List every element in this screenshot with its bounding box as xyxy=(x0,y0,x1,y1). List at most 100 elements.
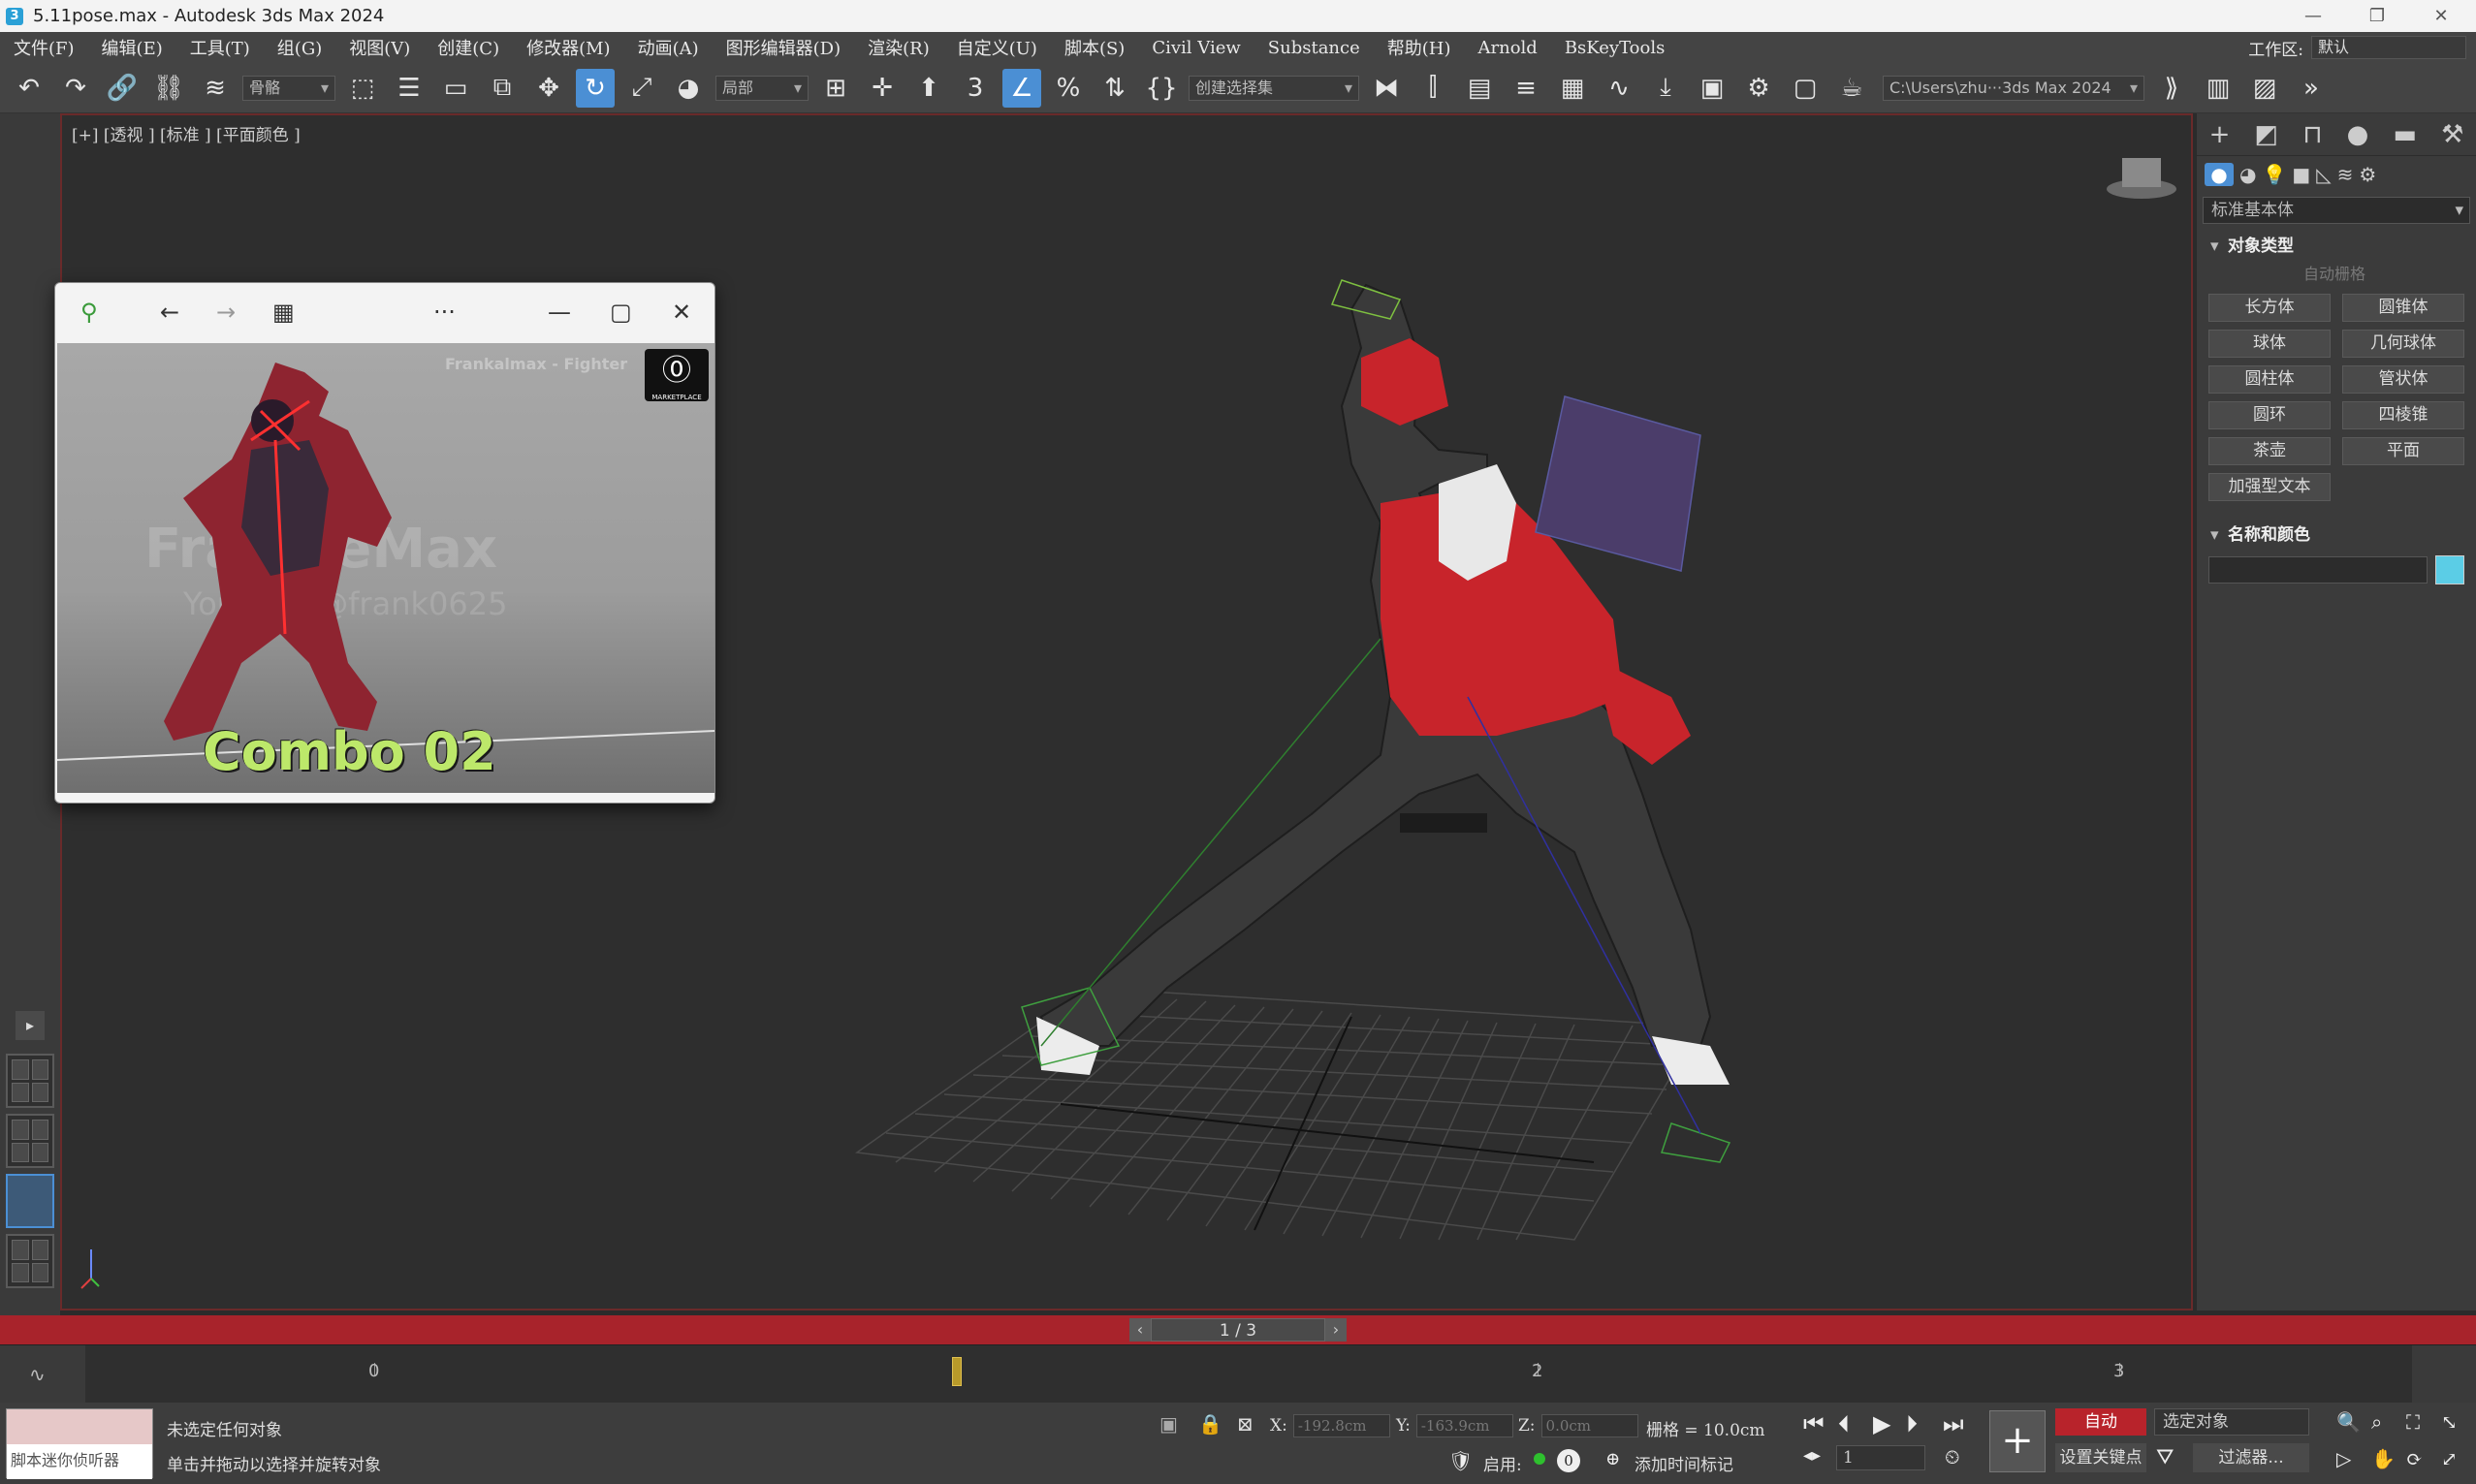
enable-counter[interactable]: 0 xyxy=(1557,1449,1580,1472)
menu-graph-editors[interactable]: 图形编辑器(D) xyxy=(713,35,854,60)
selection-filter-dropdown[interactable]: 骨骼 xyxy=(242,75,335,101)
set-key-button[interactable]: 设置关键点 xyxy=(2055,1443,2146,1472)
autogrid-checkbox[interactable]: 自动栅格 xyxy=(2197,259,2476,290)
pyramid-button[interactable]: 四棱锥 xyxy=(2342,401,2464,429)
object-name-field[interactable] xyxy=(2208,556,2428,584)
time-slider[interactable]: ‹ 1 / 3 › xyxy=(0,1315,2476,1344)
cone-button[interactable]: 圆锥体 xyxy=(2342,294,2464,322)
utilities-tab-icon[interactable]: ⚒ xyxy=(2441,120,2463,149)
select-manipulate-icon[interactable]: ✛ xyxy=(863,69,902,108)
menu-substance[interactable]: Substance xyxy=(1254,38,1374,58)
isolate-icon[interactable]: ▣ xyxy=(1159,1412,1178,1436)
lock-selection-icon[interactable]: 🔒 xyxy=(1198,1412,1222,1436)
viewer-minimize-icon[interactable]: — xyxy=(548,299,571,326)
time-tag-icon[interactable]: ⊕ xyxy=(1605,1449,1620,1469)
menu-arnold[interactable]: Arnold xyxy=(1465,38,1551,58)
menu-customize[interactable]: 自定义(U) xyxy=(943,35,1051,60)
undo-icon[interactable]: ↶ xyxy=(10,69,48,108)
geosphere-button[interactable]: 几何球体 xyxy=(2342,330,2464,358)
create-tab-icon[interactable]: + xyxy=(2209,120,2231,149)
auto-key-button[interactable]: 自动 xyxy=(2055,1408,2146,1436)
select-scale-icon[interactable]: ⤢ xyxy=(622,69,661,108)
render-production-icon[interactable]: ☕ xyxy=(1832,69,1871,108)
spinner-snap-icon[interactable]: ⇅ xyxy=(1095,69,1134,108)
select-move-icon[interactable]: ✥ xyxy=(529,69,568,108)
photo-viewer-window[interactable]: ⚲ ← → ▦ ··· — ▢ ✕ Frankalmax - Fighter F… xyxy=(54,282,715,804)
align-icon[interactable]: ⫿ xyxy=(1413,69,1452,108)
percent-snap-icon[interactable]: % xyxy=(1049,69,1088,108)
menu-bskeytools[interactable]: BsKeyTools xyxy=(1551,38,1679,58)
key-filter-selection[interactable]: 选定对象 xyxy=(2154,1408,2309,1436)
snap-toggle-icon[interactable]: 3 xyxy=(956,69,995,108)
angle-snap-icon[interactable]: ∠ xyxy=(1002,68,1041,108)
toggle-ribbon-icon[interactable]: ▦ xyxy=(1553,69,1592,108)
scene-explorer-icon[interactable]: ▤ xyxy=(1460,69,1499,108)
motion-tab-icon[interactable]: ● xyxy=(2347,120,2369,149)
more-icon[interactable]: ··· xyxy=(433,299,456,326)
bind-space-warp-icon[interactable]: ≋ xyxy=(196,69,235,108)
menu-animation[interactable]: 动画(A) xyxy=(624,35,713,60)
object-type-rollout[interactable]: 对象类型 xyxy=(2203,234,2470,259)
menu-tools[interactable]: 工具(T) xyxy=(176,35,264,60)
field-of-view-icon[interactable]: ▷ xyxy=(2336,1447,2351,1470)
frame-counter[interactable]: 1 / 3 xyxy=(1151,1318,1325,1342)
window-crossing-icon[interactable]: ⧉ xyxy=(483,69,522,108)
set-project-icon[interactable]: ⟫ xyxy=(2152,69,2191,108)
textplus-button[interactable]: 加强型文本 xyxy=(2208,473,2331,501)
maxscript-listener[interactable]: 脚本迷你侦听器 xyxy=(6,1408,153,1479)
minimize-button[interactable]: — xyxy=(2284,0,2342,32)
mirror-icon[interactable]: ⧓ xyxy=(1367,69,1406,108)
menu-group[interactable]: 组(G) xyxy=(264,35,335,60)
listener-output[interactable]: 脚本迷你侦听器 xyxy=(7,1444,152,1479)
zoom-all-icon[interactable]: ⌕ xyxy=(2371,1410,2382,1434)
maximize-viewport-icon[interactable]: ⤢ xyxy=(2441,1447,2458,1470)
back-icon[interactable]: ← xyxy=(160,299,179,326)
render-setup-icon[interactable]: ⚙ xyxy=(1739,69,1778,108)
curve-editor-icon[interactable]: ∿ xyxy=(1600,69,1638,108)
menu-modifiers[interactable]: 修改器(M) xyxy=(513,35,623,60)
schematic-view-icon[interactable]: ⤓ xyxy=(1646,69,1685,108)
modify-tab-icon[interactable]: ◩ xyxy=(2254,120,2278,149)
workspace-dropdown[interactable]: 默认 xyxy=(2311,36,2466,59)
next-frame-arrow[interactable]: › xyxy=(1325,1318,1347,1342)
add-time-tag[interactable]: 添加时间标记 xyxy=(1635,1451,1733,1475)
space-warps-icon[interactable]: ≋ xyxy=(2337,163,2354,186)
select-rotate-icon[interactable]: ↻ xyxy=(576,68,615,108)
cylinder-button[interactable]: 圆柱体 xyxy=(2208,365,2331,394)
y-field[interactable]: -163.9cm xyxy=(1415,1414,1513,1437)
menu-rendering[interactable]: 渲染(R) xyxy=(854,35,943,60)
name-color-rollout[interactable]: 名称和颜色 xyxy=(2203,522,2470,548)
listener-input[interactable] xyxy=(7,1409,152,1444)
key-filters-button[interactable]: 过滤器... xyxy=(2193,1443,2309,1472)
set-key-big-button[interactable]: + xyxy=(1989,1410,2046,1472)
restore-button[interactable]: ❐ xyxy=(2348,0,2406,32)
sphere-button[interactable]: 球体 xyxy=(2208,330,2331,358)
zoom-icon[interactable]: 🔍 xyxy=(2336,1410,2361,1434)
absolute-mode-icon[interactable]: ⊠ xyxy=(1237,1412,1254,1436)
pivot-center-icon[interactable]: ⊞ xyxy=(816,69,855,108)
project-folder-dropdown[interactable]: C:\Users\zhu···3ds Max 2024 xyxy=(1883,75,2144,101)
prev-frame-arrow[interactable]: ‹ xyxy=(1129,1318,1151,1342)
close-button[interactable]: ✕ xyxy=(2412,0,2470,32)
adaptive-degradation-icon[interactable]: 🛡 xyxy=(1448,1449,1473,1472)
prev-key-icon[interactable]: ⏴ xyxy=(1838,1410,1850,1437)
edit-named-selection-icon[interactable]: {} xyxy=(1142,69,1181,108)
selection-region-icon[interactable]: ▭ xyxy=(436,69,475,108)
menu-help[interactable]: 帮助(H) xyxy=(1374,35,1465,60)
redo-icon[interactable]: ↷ xyxy=(56,69,95,108)
layout-three-views[interactable] xyxy=(6,1114,54,1168)
layout-four-views[interactable] xyxy=(6,1054,54,1108)
lights-icon[interactable]: 💡 xyxy=(2262,163,2286,186)
play-icon[interactable]: ▶ xyxy=(1873,1410,1890,1437)
zoom-extents-icon[interactable]: ⛶ xyxy=(2406,1410,2420,1434)
zoom-extents-all-icon[interactable]: ⤡ xyxy=(2441,1410,2458,1434)
pan-icon[interactable]: ✋ xyxy=(2371,1447,2396,1470)
key-filters-icon[interactable]: ⛛ xyxy=(2156,1445,2174,1469)
layout-single-view[interactable] xyxy=(6,1174,54,1228)
geometry-icon[interactable]: ● xyxy=(2205,163,2234,186)
toolbar-overflow-icon[interactable]: » xyxy=(2292,69,2331,108)
gallery-icon[interactable]: ▦ xyxy=(272,299,295,326)
curve-editor-mini-icon[interactable]: ∿ xyxy=(29,1363,46,1386)
teapot-button[interactable]: 茶壶 xyxy=(2208,437,2331,465)
viewer-maximize-icon[interactable]: ▢ xyxy=(610,299,632,326)
